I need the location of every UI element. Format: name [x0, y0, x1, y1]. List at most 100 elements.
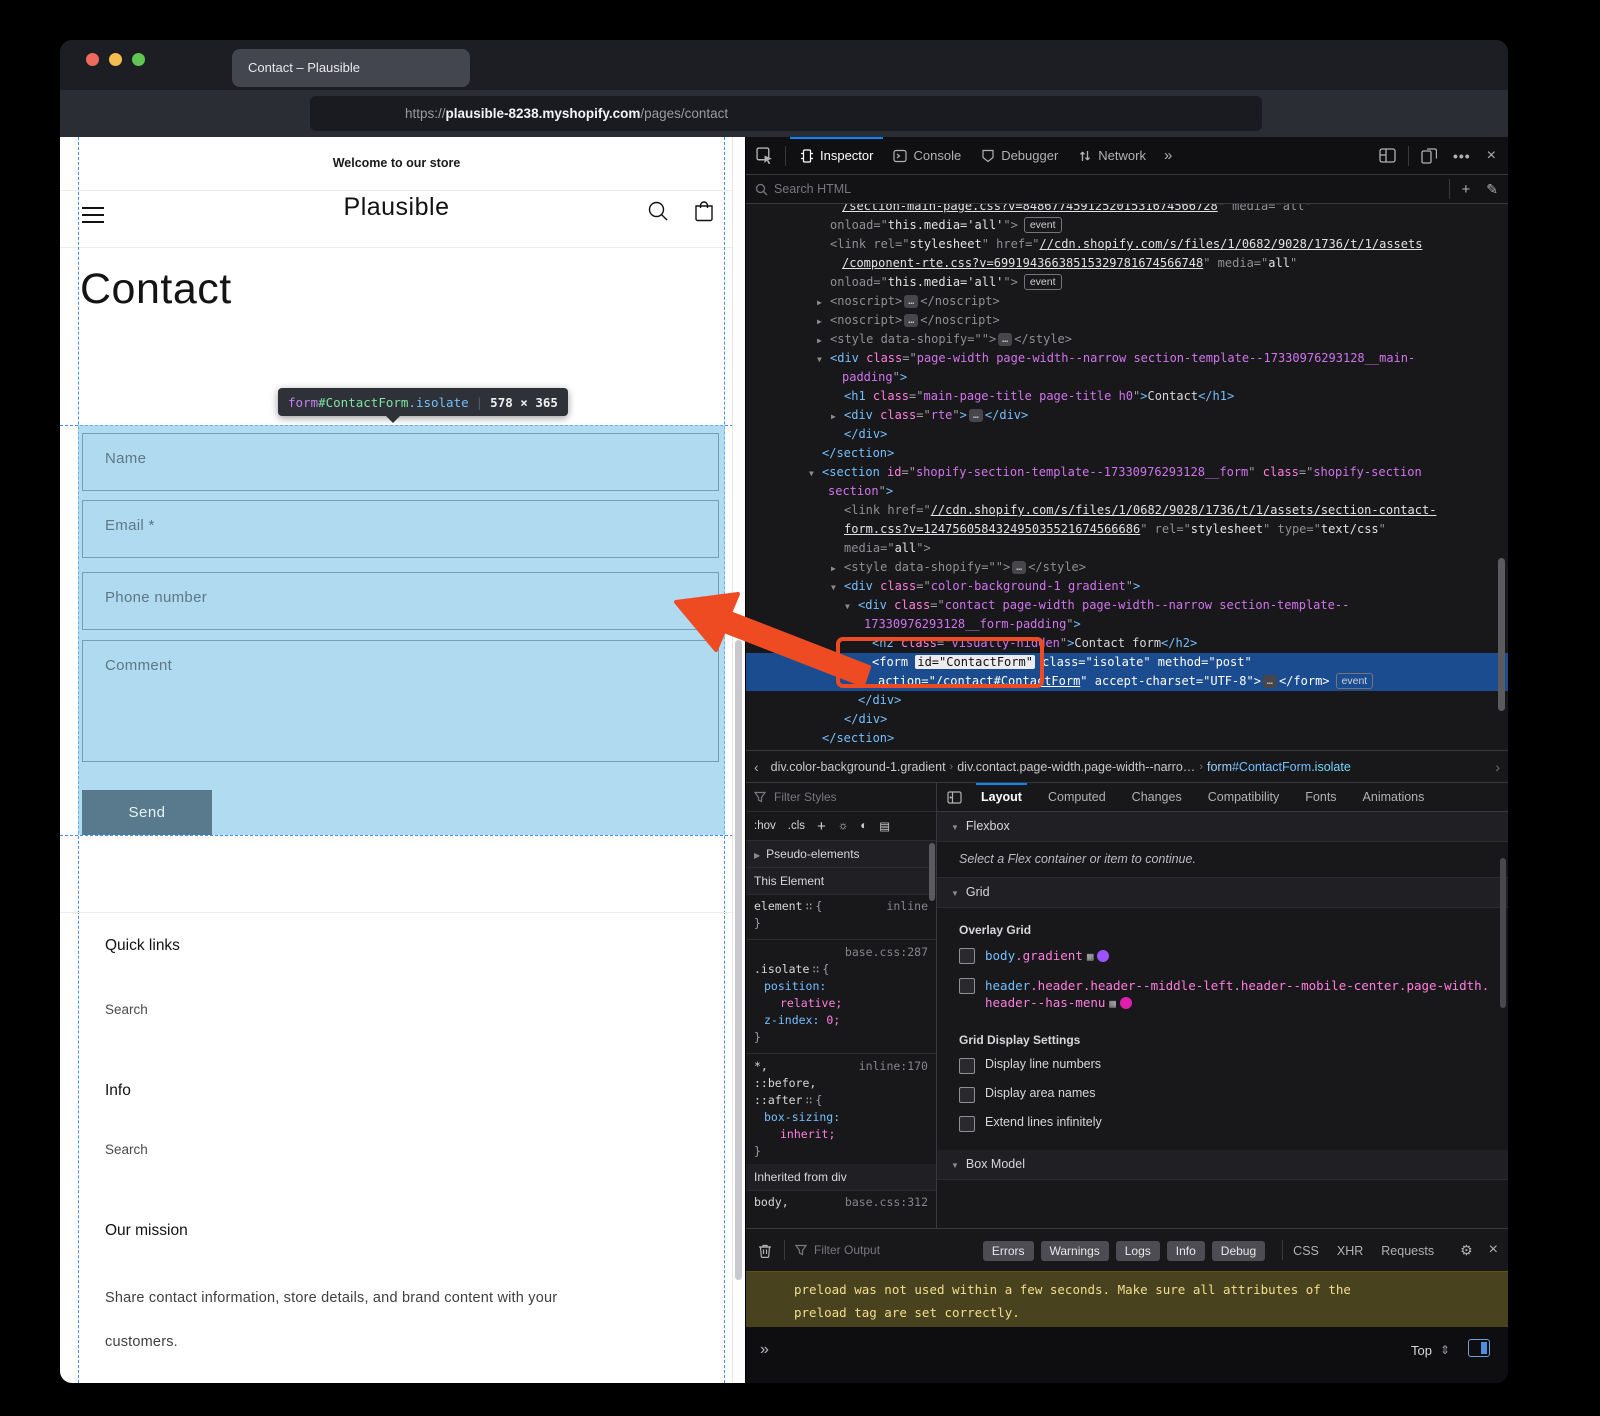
twisty-expanded-icon[interactable]: ▼: [817, 350, 822, 369]
css-rule-line[interactable]: }: [746, 1144, 936, 1161]
tab-changes[interactable]: Changes: [1119, 783, 1195, 811]
class-toggle-button[interactable]: .cls: [788, 820, 805, 832]
markup-tree-row[interactable]: ▶<div class="rte">…</div>: [746, 406, 1508, 425]
markup-tree-row[interactable]: </section>: [746, 729, 1508, 748]
tab-console[interactable]: Console: [883, 137, 971, 174]
markup-tree-row[interactable]: /component-rte.css?v=6991943663851532978…: [746, 254, 1508, 273]
tab-debugger[interactable]: Debugger: [971, 137, 1068, 174]
expand-sidebar-icon[interactable]: [937, 791, 968, 804]
markup-tree-row[interactable]: form.css?v=12475605843249503552167456668…: [746, 520, 1508, 539]
grid-overlay-selector[interactable]: body.gradient▦: [985, 947, 1109, 965]
minimize-window-button[interactable]: [109, 53, 122, 66]
markup-tree-row[interactable]: ▼<div class="page-width page-width--narr…: [746, 349, 1508, 368]
markup-tree-row[interactable]: </div>: [746, 691, 1508, 710]
maximize-window-button[interactable]: [132, 53, 145, 66]
eyedropper-icon[interactable]: ✎: [1478, 181, 1508, 198]
search-icon[interactable]: [646, 199, 670, 223]
css-rule-line[interactable]: inherit;: [746, 1127, 936, 1144]
flexbox-section[interactable]: ▼Flexbox: [937, 812, 1508, 842]
console-filter-xhr[interactable]: XHR: [1337, 1244, 1363, 1258]
rule-source-link[interactable]: inline: [886, 899, 928, 913]
tab-layout[interactable]: Layout: [968, 783, 1035, 811]
console-filter-info[interactable]: Info: [1167, 1241, 1205, 1261]
twisty-collapsed-icon[interactable]: ▶: [817, 312, 822, 331]
page-scrollbar[interactable]: [732, 137, 745, 1383]
url-bar[interactable]: https://plausible-8238.myshopify.com/pag…: [310, 96, 1262, 131]
markup-tree-row[interactable]: ▼<section id="shopify-section-template--…: [746, 463, 1508, 482]
markup-tree-row[interactable]: media="all">: [746, 539, 1508, 558]
markup-tree-row[interactable]: ▼<div class="color-background-1 gradient…: [746, 577, 1508, 596]
breadcrumb-forward-icon[interactable]: ›: [1495, 759, 1500, 775]
close-window-button[interactable]: [86, 53, 99, 66]
add-node-icon[interactable]: +: [1454, 181, 1479, 198]
markup-tree-row[interactable]: </section>: [746, 444, 1508, 463]
tab-network[interactable]: Network: [1068, 137, 1156, 174]
email-field[interactable]: Email *: [82, 500, 719, 558]
markup-scrollbar-thumb[interactable]: [1498, 558, 1505, 711]
markup-tree-row[interactable]: 17330976293128__form-padding">: [746, 615, 1508, 634]
tab-inspector[interactable]: Inspector: [790, 137, 883, 174]
close-console-icon[interactable]: ×: [1481, 1241, 1508, 1259]
css-rule-line[interactable]: .isolate∷{: [746, 962, 936, 979]
tab-fonts[interactable]: Fonts: [1292, 783, 1349, 811]
layout-scrollbar-thumb[interactable]: [1500, 858, 1506, 1008]
markup-tree-row[interactable]: onload="this.media='all'">event: [746, 216, 1508, 235]
hover-pseudo-button[interactable]: :hov: [754, 820, 776, 832]
grid-highlight-icon[interactable]: ▦: [1109, 997, 1116, 1010]
add-rule-icon[interactable]: +: [817, 818, 826, 835]
close-devtools-icon[interactable]: ×: [1479, 147, 1508, 165]
breadcrumb-item-active[interactable]: form#ContactForm.isolate: [1207, 760, 1351, 774]
twisty-expanded-icon[interactable]: ▼: [845, 597, 850, 616]
grid-setting-checkbox[interactable]: [959, 1116, 975, 1132]
grid-setting-checkbox[interactable]: [959, 1087, 975, 1103]
console-filter-requests[interactable]: Requests: [1381, 1244, 1434, 1258]
filter-styles-input[interactable]: Filter Styles: [774, 790, 837, 804]
pseudo-elements-section[interactable]: ▶Pseudo-elements: [746, 841, 936, 868]
console-filter-errors[interactable]: Errors: [983, 1241, 1034, 1261]
console-filter-warnings[interactable]: Warnings: [1041, 1241, 1109, 1261]
light-theme-sim-icon[interactable]: ☼: [838, 820, 849, 832]
markup-tree-row[interactable]: <h1 class="main-page-title page-title h0…: [746, 387, 1508, 406]
responsive-design-icon[interactable]: [1413, 148, 1445, 164]
twisty-collapsed-icon[interactable]: ▶: [831, 559, 836, 578]
markup-tree-row[interactable]: ▶<style data-shopify="">…</style>: [746, 558, 1508, 577]
grid-overlay-checkbox[interactable]: [959, 978, 975, 994]
markup-tree-row[interactable]: /section-main-page.css?v=848677459125201…: [746, 204, 1508, 216]
twisty-collapsed-icon[interactable]: ▶: [817, 331, 822, 350]
grid-setting-checkbox[interactable]: [959, 1058, 975, 1074]
markup-tree-row[interactable]: </div>: [746, 710, 1508, 729]
breadcrumb-item-2[interactable]: div.contact.page-width.page-width--narro…: [957, 760, 1195, 774]
grid-color-swatch[interactable]: [1097, 950, 1109, 962]
breadcrumb-item-1[interactable]: div.color-background-1.gradient: [771, 760, 946, 774]
markup-tree-row[interactable]: onload="this.media='all'">event: [746, 273, 1508, 292]
css-rule-line[interactable]: z-index: 0;: [746, 1013, 936, 1030]
css-rule-line[interactable]: ::before,: [746, 1076, 936, 1093]
markup-tree-row[interactable]: ▶<noscript>…</noscript>: [746, 292, 1508, 311]
box-model-section[interactable]: ▼Box Model: [937, 1150, 1508, 1180]
css-rule-line[interactable]: }: [746, 1030, 936, 1047]
meatball-menu-icon[interactable]: •••: [1445, 148, 1479, 164]
markup-tree-row[interactable]: <link href="//cdn.shopify.com/s/files/1/…: [746, 501, 1508, 520]
css-rule-line[interactable]: relative;: [746, 996, 936, 1013]
store-logo-title[interactable]: Plausible: [60, 193, 733, 222]
css-rule-line[interactable]: element∷{inline: [746, 899, 936, 916]
comment-field[interactable]: Comment: [82, 640, 719, 762]
css-rule-line[interactable]: base.css:287: [746, 945, 936, 962]
twisty-expanded-icon[interactable]: ▼: [809, 464, 814, 483]
grid-highlight-icon[interactable]: ▦: [1087, 950, 1094, 963]
clear-console-icon[interactable]: [746, 1243, 780, 1258]
css-rule-line[interactable]: position:: [746, 979, 936, 996]
markup-tree-row[interactable]: </div>: [746, 425, 1508, 444]
footer-link-search-2[interactable]: Search: [105, 1142, 148, 1157]
browser-tab[interactable]: Contact – Plausible: [232, 49, 470, 87]
pick-element-icon[interactable]: [746, 147, 781, 164]
css-rule-line[interactable]: }: [746, 916, 936, 933]
tab-animations[interactable]: Animations: [1350, 783, 1438, 811]
rule-source-link[interactable]: inline:170: [859, 1059, 928, 1073]
markup-tree-row[interactable]: ▼<div class="contact page-width page-wid…: [746, 596, 1508, 615]
markup-tree-row[interactable]: <link rel="stylesheet" href="//cdn.shopi…: [746, 235, 1508, 254]
markup-tree-row[interactable]: ▶<style data-shopify="">…</style>: [746, 330, 1508, 349]
phone-field[interactable]: Phone number: [82, 572, 719, 630]
css-rule-line[interactable]: ::after∷{: [746, 1093, 936, 1110]
tab-computed[interactable]: Computed: [1035, 783, 1119, 811]
